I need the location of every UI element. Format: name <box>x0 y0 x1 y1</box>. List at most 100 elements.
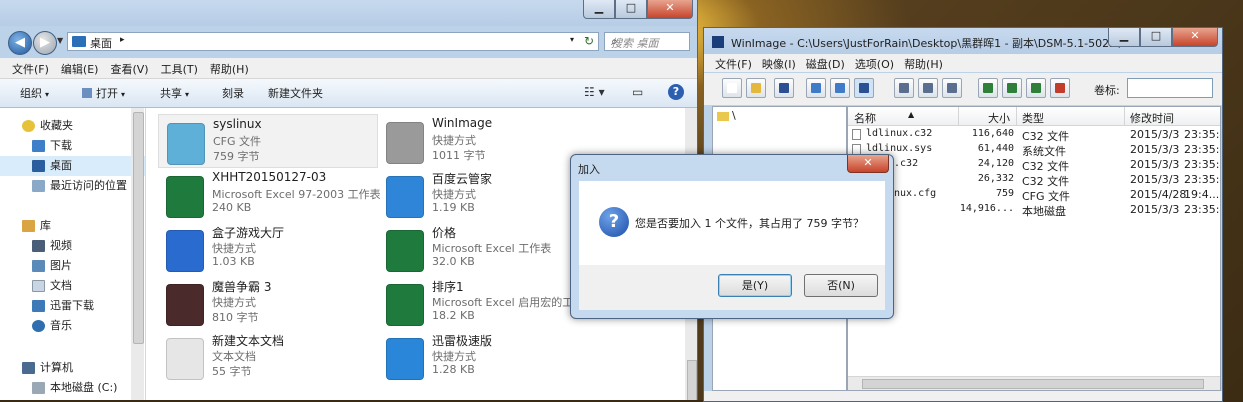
nav-pane-scrollbar[interactable] <box>131 108 144 400</box>
nav-desktop[interactable]: 桌面 <box>0 156 145 176</box>
nav-videos[interactable]: 视频 <box>0 236 145 256</box>
sort-name-icon[interactable] <box>978 78 998 98</box>
address-dropdown[interactable]: ▾ <box>570 35 574 44</box>
breadcrumb-arrow[interactable]: ▸ <box>120 35 125 45</box>
share-button[interactable]: 共享 ▾ <box>160 85 189 101</box>
organize-button[interactable]: 组织 ▾ <box>20 85 49 101</box>
close-button[interactable]: ✕ <box>647 0 693 19</box>
nav-music[interactable]: 音乐 <box>0 316 145 336</box>
table-row[interactable]: ldlinux.sys 61,440 系统文件 2015/3/3 23:35:4 <box>848 142 1220 158</box>
search-input[interactable]: 搜索 桌面 ⌕ <box>604 32 690 51</box>
menu-help[interactable]: 帮助(H) <box>899 54 948 72</box>
nav-recent[interactable]: 最近访问的位置 <box>0 176 145 196</box>
sort-type-icon[interactable] <box>1026 78 1046 98</box>
minimize-button[interactable]: ▁ <box>1108 28 1140 47</box>
delete-icon[interactable] <box>942 78 962 98</box>
nav-thunder-downloads[interactable]: 迅雷下载 <box>0 296 145 316</box>
file-view-scroll-thumb[interactable] <box>687 360 697 400</box>
new-image-icon[interactable] <box>722 78 742 98</box>
question-icon: ? <box>599 207 629 237</box>
new-folder-button[interactable]: 新建文件夹 <box>268 85 323 101</box>
tree-root[interactable]: \ <box>717 109 736 122</box>
no-button[interactable]: 否(N) <box>804 274 878 297</box>
column-size[interactable]: 大小 <box>988 110 1010 126</box>
nav-pictures[interactable]: 图片 <box>0 256 145 276</box>
file-tile[interactable]: 盒子游戏大厅 快捷方式 1.03 KB <box>158 222 378 276</box>
file-tile[interactable]: syslinux CFG 文件 759 字节 <box>158 114 378 168</box>
file-tile[interactable]: 百度云管家 快捷方式 1.19 KB <box>378 168 598 222</box>
file-tile[interactable]: WinImage 快捷方式 1011 字节 <box>378 114 598 168</box>
minimize-button[interactable]: ▁ <box>583 0 615 19</box>
table-row[interactable]: nux.cfg 759 CFG 文件 2015/4/28 19:4... <box>848 187 1220 203</box>
nav-downloads[interactable]: 下载 <box>0 136 145 156</box>
format-disk-icon[interactable] <box>854 78 874 98</box>
floppy-disk-icon <box>712 36 724 48</box>
close-button[interactable]: ✕ <box>1172 28 1218 47</box>
column-type[interactable]: 类型 <box>1022 110 1044 126</box>
open-button[interactable]: 打开 ▾ <box>82 85 125 101</box>
preview-pane-icon[interactable]: ▭ <box>632 85 643 99</box>
column-name[interactable]: 名称 <box>854 110 876 126</box>
maximize-button[interactable]: □ <box>615 0 647 19</box>
nav-computer[interactable]: 计算机 <box>0 358 145 378</box>
menu-tools[interactable]: 工具(T) <box>155 58 204 78</box>
sort-date-icon[interactable] <box>1050 78 1070 98</box>
forward-button[interactable]: ▶ <box>33 31 57 55</box>
dialog-body: ? 您是否要加入 1 个文件，其占用了 759 字节？ <box>579 181 885 265</box>
menu-file[interactable]: 文件(F) <box>710 54 757 72</box>
maximize-button[interactable]: □ <box>1140 28 1172 47</box>
read-disk-icon[interactable] <box>806 78 826 98</box>
help-icon[interactable]: ? <box>668 84 684 100</box>
nav-favorites[interactable]: 收藏夹 <box>0 116 145 136</box>
breadcrumb-desktop[interactable]: 桌面 <box>90 35 112 51</box>
table-row[interactable]: 1.c32 24,120 C32 文件 2015/3/3 23:35:4 <box>848 157 1220 173</box>
winimage-disk-icon <box>386 122 424 164</box>
menu-view[interactable]: 查看(V) <box>104 58 154 78</box>
column-modified[interactable]: 修改时间 <box>1130 110 1174 126</box>
nav-documents[interactable]: 文档 <box>0 276 145 296</box>
file-tile[interactable]: XHHT20150127-03 Microsoft Excel 97-2003 … <box>158 168 381 222</box>
recent-pages-dropdown[interactable]: ▼ <box>57 36 63 45</box>
winimage-menubar: 文件(F) 映像(I) 磁盘(D) 选项(O) 帮助(H) <box>704 54 1222 72</box>
open-folder-icon[interactable] <box>746 78 766 98</box>
volume-label-input[interactable] <box>1127 78 1213 98</box>
extract-icon[interactable] <box>894 78 914 98</box>
add-file-dialog: 加入 ✕ ? 您是否要加入 1 个文件，其占用了 759 字节？ 是(Y) 否(… <box>570 154 894 319</box>
burn-button[interactable]: 刻录 <box>222 85 244 101</box>
file-tile[interactable]: 价格 Microsoft Excel 工作表 32.0 KB <box>378 222 598 276</box>
menu-help[interactable]: 帮助(H) <box>204 58 255 78</box>
nav-library[interactable]: 库 <box>0 216 145 236</box>
file-list-hscrollbar[interactable] <box>848 376 1220 390</box>
table-row[interactable]: ldlinux.c32 116,640 C32 文件 2015/3/3 23:3… <box>848 127 1220 143</box>
menu-file[interactable]: 文件(F) <box>6 58 55 78</box>
file-tile[interactable]: 魔兽争霸 3 快捷方式 810 字节 <box>158 276 378 330</box>
video-icon <box>32 240 45 252</box>
back-button[interactable]: ◀ <box>8 31 32 55</box>
file-list[interactable]: 名称 ▲ 大小 类型 修改时间 ldlinux.c32 116,640 C32 … <box>847 106 1221 391</box>
excel-file-icon <box>386 230 424 272</box>
file-tile[interactable]: 迅雷极速版 快捷方式 1.28 KB <box>378 330 598 384</box>
menu-disk[interactable]: 磁盘(D) <box>801 54 850 72</box>
file-icon <box>852 129 861 140</box>
save-icon[interactable] <box>774 78 794 98</box>
menu-options[interactable]: 选项(O) <box>850 54 899 72</box>
menu-image[interactable]: 映像(I) <box>757 54 801 72</box>
hscroll-thumb[interactable] <box>862 379 1204 389</box>
pictures-icon <box>32 260 45 272</box>
menu-edit[interactable]: 编辑(E) <box>55 58 105 78</box>
file-tile[interactable]: 排序1 Microsoft Excel 启用宏的工作表 18.2 KB <box>378 276 598 330</box>
nav-local-disk-c[interactable]: 本地磁盘 (C:) <box>0 378 145 398</box>
nav-scroll-thumb[interactable] <box>133 112 144 344</box>
write-disk-icon[interactable] <box>830 78 850 98</box>
inject-icon[interactable] <box>918 78 938 98</box>
search-icon[interactable]: ⌕ <box>611 34 685 49</box>
sort-size-icon[interactable] <box>1002 78 1022 98</box>
dialog-close-button[interactable]: ✕ <box>847 155 889 173</box>
address-bar[interactable]: 桌面 ▸ ▾ ↻ <box>67 32 599 51</box>
table-row[interactable]: 26,332 C32 文件 2015/3/3 23:35:4 <box>848 172 1220 188</box>
table-row[interactable]: 14,916... 本地磁盘 2015/3/3 23:35:4 <box>848 202 1220 218</box>
refresh-icon[interactable]: ↻ <box>584 34 594 48</box>
file-tile[interactable]: 新建文本文档 文本文档 55 字节 <box>158 330 378 384</box>
view-options-icon[interactable]: ☷ ▾ <box>584 85 605 99</box>
yes-button[interactable]: 是(Y) <box>718 274 792 297</box>
